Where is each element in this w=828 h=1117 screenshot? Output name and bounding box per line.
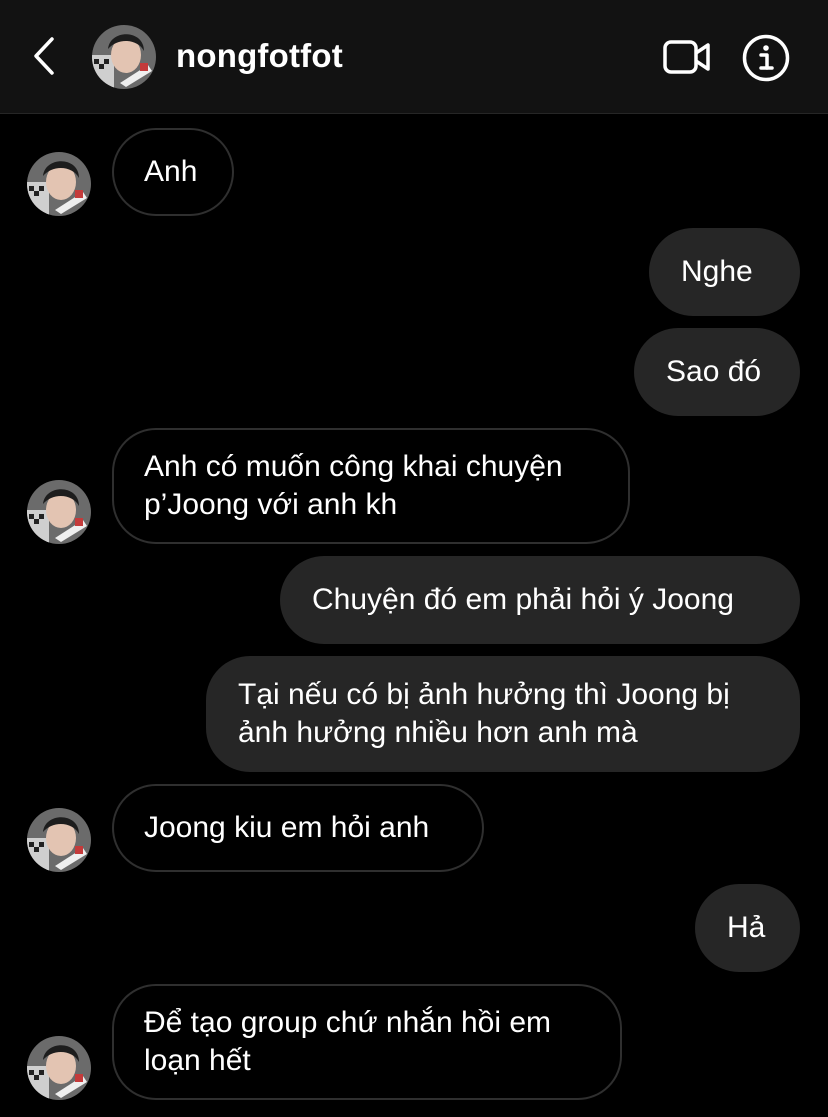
message-bubble-outgoing[interactable]: Hả (695, 884, 800, 972)
video-camera-icon (663, 40, 710, 74)
sender-avatar[interactable] (27, 808, 91, 872)
message-bubble-outgoing[interactable]: Tại nếu có bị ảnh hưởng thì Joong bị ảnh… (206, 656, 800, 772)
message-bubble-outgoing[interactable]: Sao đó (634, 328, 800, 416)
sender-avatar[interactable] (27, 152, 91, 216)
message-bubble-incoming[interactable]: Để tạo group chứ nhắn hồi em loạn hết (112, 984, 622, 1100)
sender-avatar[interactable] (27, 480, 91, 544)
profile-avatar-image (27, 152, 91, 216)
message-bubble-incoming[interactable]: Joong kiu em hỏi anh (112, 784, 484, 872)
message-bubble-incoming[interactable]: Anh có muốn công khai chuyện p’Joong với… (112, 428, 630, 544)
back-button[interactable] (22, 30, 66, 82)
profile-avatar-image (27, 1036, 91, 1100)
profile-avatar-image (27, 808, 91, 872)
info-icon (742, 34, 790, 82)
chevron-left-icon (34, 37, 54, 75)
profile-avatar-image (27, 480, 91, 544)
message-bubble-outgoing[interactable]: Chuyện đó em phải hỏi ý Joong (280, 556, 800, 644)
message-bubble-outgoing[interactable]: Nghe (649, 228, 800, 316)
header-avatar[interactable] (92, 25, 156, 89)
info-button[interactable] (740, 32, 792, 84)
chat-header: nongfotfot (0, 0, 828, 114)
message-bubble-incoming[interactable]: Anh (112, 128, 234, 216)
video-call-button[interactable] (660, 34, 714, 80)
profile-avatar-image (92, 25, 156, 89)
chat-username[interactable]: nongfotfot (176, 36, 343, 76)
sender-avatar[interactable] (27, 1036, 91, 1100)
